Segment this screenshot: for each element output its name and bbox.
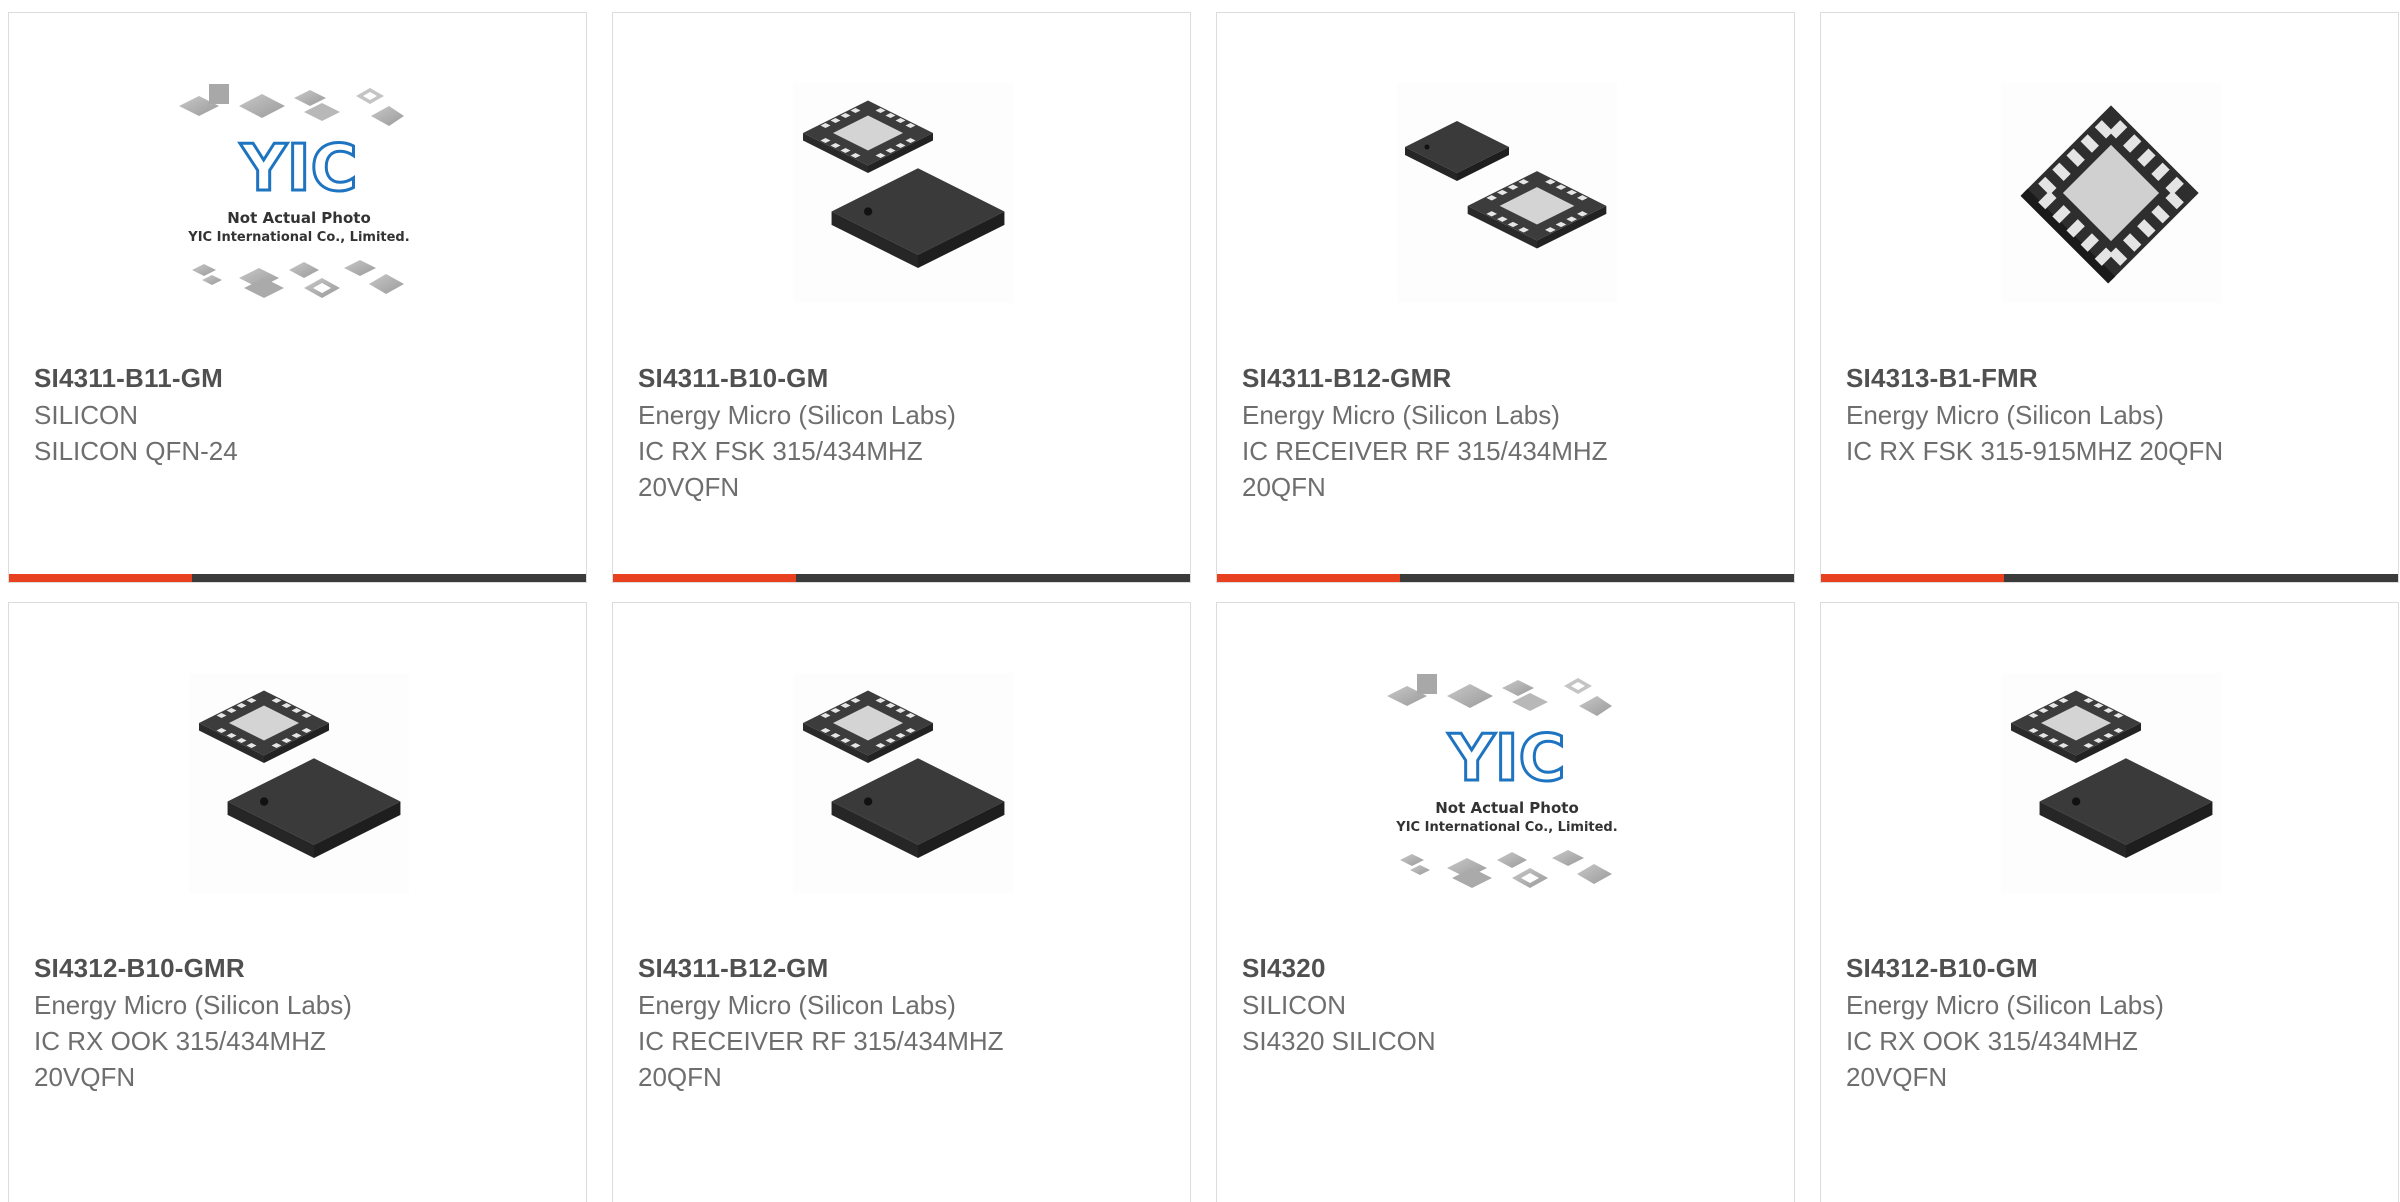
description: IC RECEIVER RF 315/434MHZ [638,1026,1004,1056]
description-cont: 20QFN [1242,472,1326,502]
card-bottom-bar [1217,574,1794,582]
part-number[interactable]: SI4312-B10-GM [1846,949,2378,987]
part-number[interactable]: SI4311-B12-GMR [1242,359,1774,397]
manufacturer: Energy Micro (Silicon Labs) [1846,400,2164,430]
yic-logo: YIC [239,132,357,206]
product-info: SI4312-B10-GM Energy Micro (Silicon Labs… [1846,949,2378,1095]
product-info: SI4313-B1-FMR Energy Micro (Silicon Labs… [1846,359,2378,469]
manufacturer: SILICON [1242,990,1347,1020]
product-info: SI4311-B12-GMR Energy Micro (Silicon Lab… [1242,359,1774,505]
product-grid: YIC Not Actual Photo YIC International Co.… [0,0,2400,1202]
product-info: SI4311-B10-GM Energy Micro (Silicon Labs… [638,359,1170,505]
manufacturer: Energy Micro (Silicon Labs) [34,990,352,1020]
description: IC RX FSK 315-915MHZ 20QFN [1846,436,2224,466]
product-card[interactable]: SI4312-B10-GMR Energy Micro (Silicon Lab… [8,602,587,1202]
description-cont: 20VQFN [1846,1062,1948,1092]
description: IC RX FSK 315/434MHZ [638,436,923,466]
product-card[interactable]: SI4311-B10-GM Energy Micro (Silicon Labs… [612,12,1191,583]
product-info: SI4312-B10-GMR Energy Micro (Silicon Lab… [34,949,566,1095]
qfn-chip-top-bottom-icon[interactable] [2001,673,2221,893]
placeholder-photo[interactable]: YIC Not Actual Photo YIC International Co.… [179,83,410,303]
qfn-chip-single-icon[interactable] [2001,83,2221,303]
card-bar-accent [613,574,796,582]
description: SI4320 SILICON [1242,1026,1436,1056]
qfn-chip-top-bottom-icon[interactable] [793,673,1013,893]
part-number[interactable]: SI4311-B11-GM [34,359,566,397]
product-card[interactable]: SI4311-B12-GMR Energy Micro (Silicon Lab… [1216,12,1795,583]
description-cont: 20QFN [638,1062,722,1092]
product-card[interactable]: YIC Not Actual Photo YIC International Co.… [8,12,587,583]
qfn-chip-top-bottom-icon[interactable] [793,83,1013,303]
description: IC RECEIVER RF 315/434MHZ [1242,436,1608,466]
product-info: SI4311-B12-GM Energy Micro (Silicon Labs… [638,949,1170,1095]
card-bottom-bar [1821,574,2398,582]
manufacturer: Energy Micro (Silicon Labs) [1242,400,1560,430]
description: IC RX OOK 315/434MHZ [34,1026,326,1056]
part-number[interactable]: SI4311-B12-GM [638,949,1170,987]
product-card[interactable]: SI4313-B1-FMR Energy Micro (Silicon Labs… [1820,12,2399,583]
svg-text:Not Actual Photo: Not Actual Photo [1435,799,1579,817]
card-bottom-bar [9,574,586,582]
part-number[interactable]: SI4311-B10-GM [638,359,1170,397]
product-card[interactable]: SI4312-B10-GM Energy Micro (Silicon Labs… [1820,602,2399,1202]
placeholder-photo[interactable]: YIC Not Actual Photo YIC International Co.… [1387,673,1618,893]
card-bar-accent [1821,574,2004,582]
qfn-chip-pair-icon[interactable] [1397,83,1617,303]
description: IC RX OOK 315/434MHZ [1846,1026,2138,1056]
manufacturer: Energy Micro (Silicon Labs) [1846,990,2164,1020]
manufacturer: SILICON [34,400,139,430]
part-number[interactable]: SI4320 [1242,949,1774,987]
svg-text:YIC International Co., Limited: YIC International Co., Limited. [187,230,409,245]
card-bottom-bar [613,574,1190,582]
manufacturer: Energy Micro (Silicon Labs) [638,990,956,1020]
part-number[interactable]: SI4312-B10-GMR [34,949,566,987]
yic-logo: YIC [1447,722,1565,796]
description-cont: 20VQFN [34,1062,136,1092]
qfn-chip-top-bottom-icon[interactable] [189,673,409,893]
product-info: SI4311-B11-GM SILICON SILICON QFN-24 [34,359,566,469]
product-info: SI4320 SILICON SI4320 SILICON [1242,949,1774,1059]
description-cont: 20VQFN [638,472,740,502]
svg-text:Not Actual Photo: Not Actual Photo [227,209,371,227]
part-number[interactable]: SI4313-B1-FMR [1846,359,2378,397]
product-card[interactable]: SI4311-B12-GM Energy Micro (Silicon Labs… [612,602,1191,1202]
card-bar-accent [1217,574,1400,582]
manufacturer: Energy Micro (Silicon Labs) [638,400,956,430]
product-card[interactable]: YIC Not Actual Photo YIC International Co.… [1216,602,1795,1202]
description: SILICON QFN-24 [34,436,238,466]
card-bar-accent [9,574,192,582]
svg-text:YIC International Co., Limited: YIC International Co., Limited. [1395,820,1617,835]
